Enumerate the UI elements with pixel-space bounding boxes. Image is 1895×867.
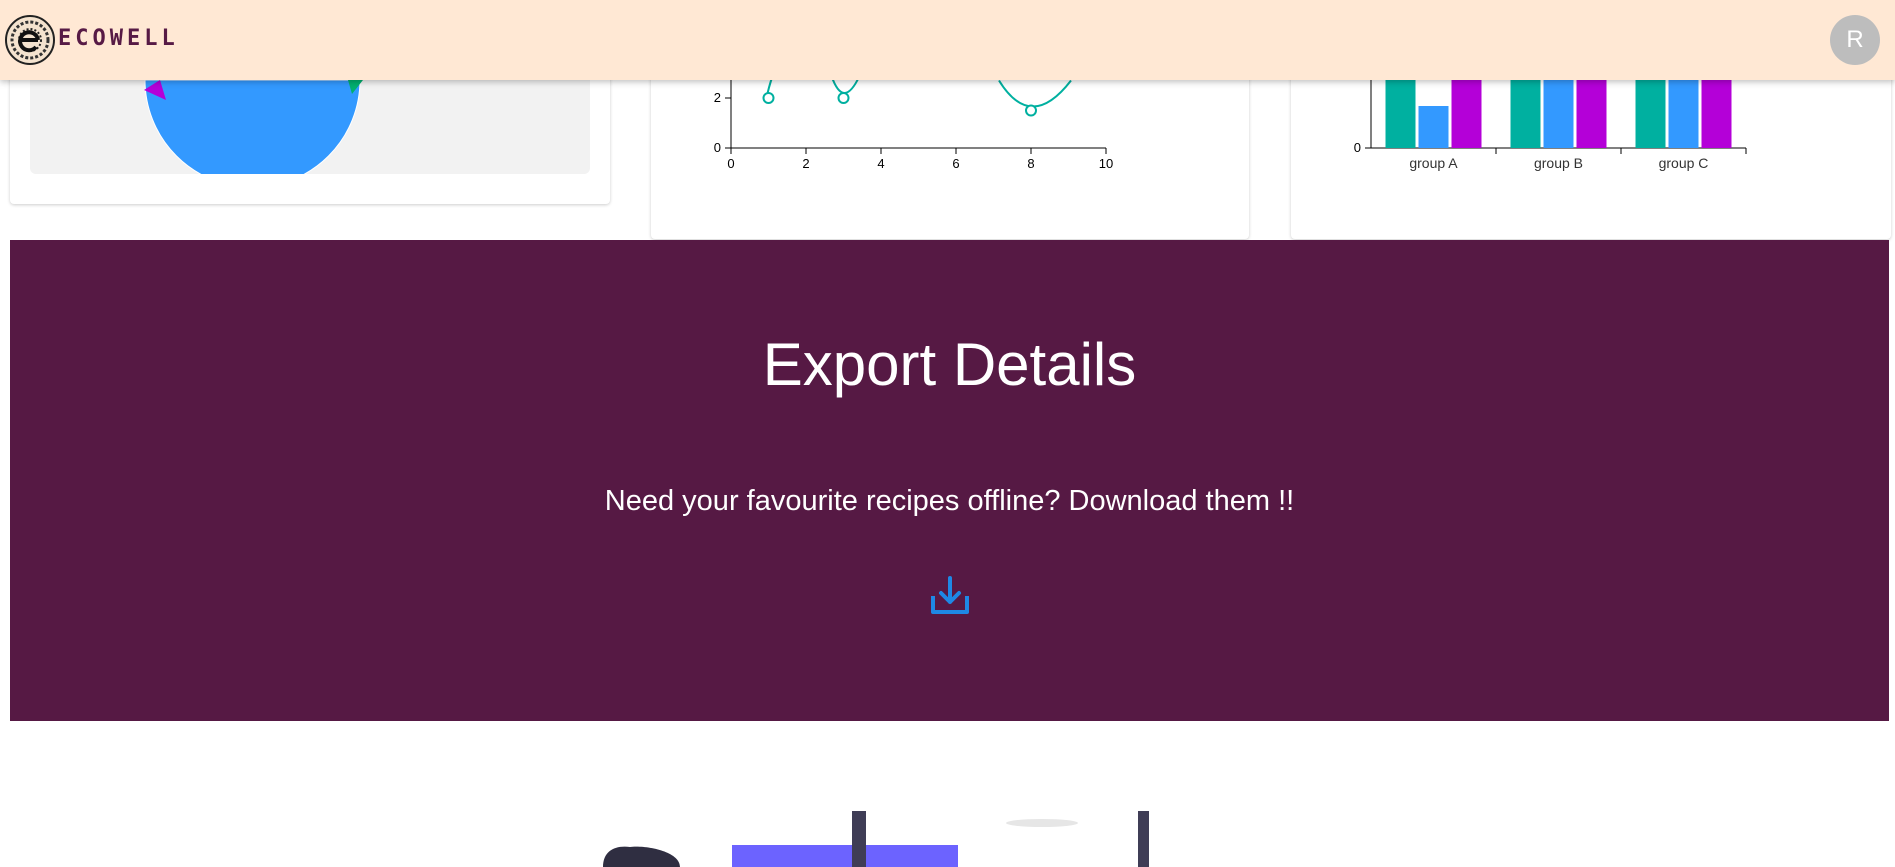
- illustration-post-right: [1138, 811, 1149, 867]
- y-tick-label: 2: [714, 90, 721, 105]
- export-section: Export Details Need your favourite recip…: [10, 240, 1889, 721]
- export-title: Export Details: [762, 331, 1137, 398]
- illustration-post-left: [852, 811, 866, 867]
- x-tick-label: 4: [877, 156, 884, 171]
- user-avatar[interactable]: R: [1830, 15, 1880, 65]
- x-tick-label: 10: [1099, 156, 1113, 171]
- line-point: [762, 92, 775, 104]
- bar: [1418, 106, 1449, 148]
- pie-slice-blue[interactable]: [144, 79, 361, 174]
- illustration-purple-block: [732, 845, 958, 867]
- y-tick-label: 0: [714, 140, 721, 155]
- x-tick-label: 8: [1027, 156, 1034, 171]
- app-header: ECOWELL R: [0, 0, 1895, 80]
- y-tick-label: 0: [1354, 140, 1361, 155]
- line-point: [837, 92, 850, 104]
- illustration-person-head: [603, 846, 680, 867]
- x-category-label: group A: [1409, 155, 1458, 171]
- x-tick-label: 0: [727, 156, 734, 171]
- export-subtitle: Need your favourite recipes offline? Dow…: [604, 485, 1295, 517]
- x-category-label: group C: [1659, 155, 1709, 171]
- x-category-label: group B: [1534, 155, 1583, 171]
- download-icon[interactable]: [928, 574, 972, 618]
- x-tick-label: 6: [952, 156, 959, 171]
- line-point: [1025, 104, 1037, 117]
- line-series-segment: [998, 79, 1072, 108]
- decorative-illustration: [603, 811, 1149, 867]
- ecowell-logo-icon[interactable]: [4, 13, 56, 67]
- illustration-shadow: [1006, 819, 1078, 827]
- x-tick-label: 2: [802, 156, 809, 171]
- brand-name[interactable]: ECOWELL: [58, 26, 179, 51]
